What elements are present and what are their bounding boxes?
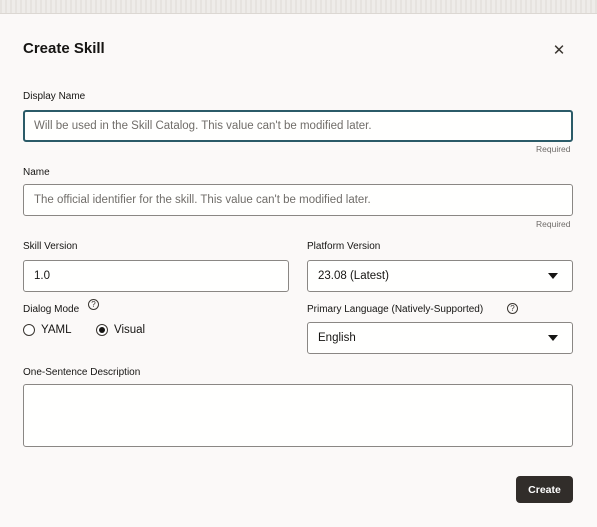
dialog-mode-label: Dialog Mode [23, 304, 80, 315]
skill-version-value: 1.0 [34, 270, 50, 282]
radio-yaml[interactable]: YAML [23, 324, 71, 336]
skill-version-field[interactable]: 1.0 [23, 260, 289, 292]
platform-version-label: Platform Version [307, 241, 381, 252]
primary-language-label: Primary Language (Natively-Supported) [307, 304, 484, 315]
display-name-input[interactable] [34, 120, 562, 132]
name-label: Name [23, 167, 50, 178]
description-label: One-Sentence Description [23, 367, 141, 378]
close-icon[interactable]: ✕ [548, 39, 570, 61]
radio-visual-button[interactable] [96, 324, 108, 336]
primary-language-select[interactable]: English [307, 322, 573, 354]
background-strip [0, 0, 597, 14]
dialog-mode-help-icon[interactable]: ? [88, 299, 99, 310]
display-name-required-hint: Required [536, 144, 571, 154]
create-skill-dialog: Create Skill ✕ Display Name Required Nam… [0, 14, 597, 527]
primary-language-help-icon[interactable]: ? [507, 303, 518, 314]
platform-version-value: 23.08 (Latest) [318, 270, 389, 282]
create-button[interactable]: Create [516, 476, 573, 503]
radio-visual[interactable]: Visual [96, 324, 145, 336]
name-input[interactable] [34, 194, 562, 206]
skill-version-label: Skill Version [23, 241, 78, 252]
radio-yaml-button[interactable] [23, 324, 35, 336]
name-field[interactable] [23, 184, 573, 216]
display-name-label: Display Name [23, 91, 86, 102]
radio-visual-label: Visual [114, 324, 146, 336]
name-required-hint: Required [536, 219, 571, 229]
dialog-title: Create Skill [23, 40, 105, 57]
chevron-down-icon [548, 273, 558, 279]
chevron-down-icon [548, 335, 558, 341]
platform-version-select[interactable]: 23.08 (Latest) [307, 260, 573, 292]
radio-yaml-label: YAML [41, 324, 72, 336]
primary-language-value: English [318, 332, 356, 344]
description-textarea[interactable] [23, 384, 573, 447]
display-name-field[interactable] [23, 110, 573, 142]
